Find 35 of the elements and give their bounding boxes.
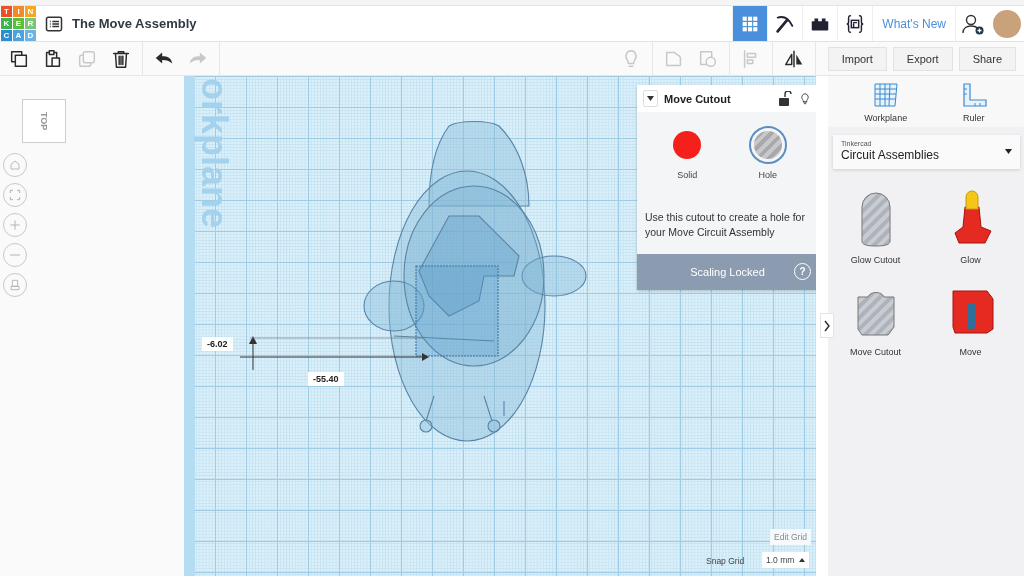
mode-option[interactable]: Solid <box>668 126 707 180</box>
lightbulb-icon[interactable] <box>798 90 812 107</box>
workplane-icon <box>871 81 900 109</box>
dimension-value[interactable]: -6.02 <box>202 337 233 351</box>
toolbar-button[interactable]: Import <box>827 46 887 71</box>
shape-label[interactable]: Move <box>959 347 982 357</box>
project-title[interactable]: The Move Assembly <box>72 16 733 31</box>
workplane-label: orkplane <box>196 78 232 229</box>
logo[interactable]: T I N K E R C A D <box>1 6 36 41</box>
shape-label[interactable]: Move Cutout <box>850 347 901 357</box>
fit-view-icon <box>7 187 23 203</box>
inspector-title: Move Cutout <box>664 92 732 105</box>
zoom-in-icon <box>7 217 23 233</box>
shape-label[interactable]: Glow <box>960 255 981 265</box>
ruler-button[interactable]: Ruler <box>959 81 988 123</box>
whats-new-link[interactable]: What's New <box>872 6 955 41</box>
shape-label[interactable]: Glow Cutout <box>850 255 901 265</box>
workplane-grid[interactable]: orkplane -6.02 -55.40 Move Cutout Solid Hole Use this cutout to create a hole for your Move Circuit Assembly Scaling Locked ? Edit Grid Snap Grid 1.0 mm <box>184 76 816 576</box>
snap-grid-label: Snap Grid <box>706 556 745 566</box>
caret-icon <box>647 96 654 101</box>
caret-icon <box>799 558 806 562</box>
chevron-right-icon <box>824 319 830 332</box>
toolbar-button[interactable]: Share <box>958 46 1016 71</box>
toolbar-button[interactable]: Export <box>892 46 953 71</box>
snap-grid-dropdown[interactable]: 1.0 mm <box>762 552 810 568</box>
caret-icon <box>1005 148 1012 154</box>
collapse-button[interactable] <box>643 90 658 107</box>
inspector-description: Use this cutout to create a hole for your Move Circuit Assembly <box>644 210 806 240</box>
perspective-icon <box>7 277 23 293</box>
scaling-label: Scaling Locked <box>690 266 765 278</box>
workplane-button[interactable]: Workplane <box>864 81 908 123</box>
collapse-panel-button[interactable] <box>820 313 834 338</box>
dimension-value[interactable]: -55.40 <box>308 372 344 386</box>
edit-grid-button[interactable]: Edit Grid <box>770 529 812 545</box>
unlocked-icon[interactable] <box>778 90 792 107</box>
